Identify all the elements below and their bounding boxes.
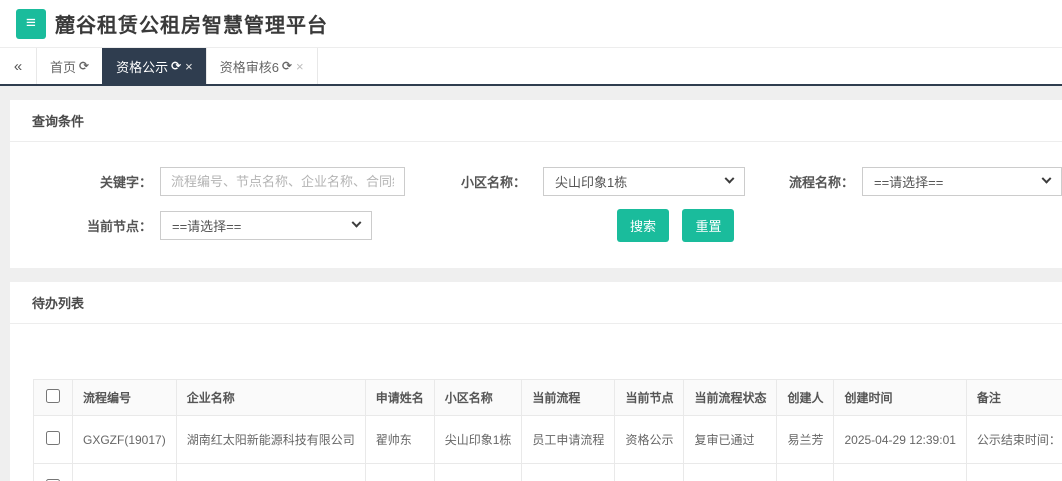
tab-bar: « 首页 ⟳ 资格公示 ⟳ × 资格审核6 ⟳ × (0, 48, 1062, 86)
cell-community: 尖山印象1栋 (434, 464, 522, 481)
keyword-label: 关键字： (32, 172, 152, 191)
col-creator: 创建人 (777, 380, 834, 416)
tab-qualification-review-label: 资格审核6 (220, 57, 279, 76)
process-name-select-value: ==请选择== (874, 172, 943, 191)
col-company: 企业名称 (176, 380, 365, 416)
cell-process-no: GXGZF(25229) (73, 464, 177, 481)
collapse-tabs-icon[interactable]: « (0, 48, 36, 84)
cell-status: 复审已通过 (684, 416, 777, 464)
chevron-down-icon (352, 218, 362, 228)
cell-creator: 易兰芳 (777, 416, 834, 464)
query-panel-title: 查询条件 (10, 100, 1062, 142)
cell-company: 湖南红太阳新能源科技有限公司 (176, 416, 365, 464)
cell-community: 尖山印象1栋 (434, 416, 522, 464)
col-process: 当前流程 (522, 380, 615, 416)
row-select-checkbox[interactable] (46, 431, 60, 445)
tab-qualification-publicity[interactable]: 资格公示 ⟳ × (102, 48, 206, 84)
search-button[interactable]: 搜索 (617, 209, 669, 242)
todo-table: 流程编号 企业名称 申请姓名 小区名称 当前流程 当前节点 当前流程状态 创建人… (33, 379, 1062, 481)
app-header: ≡ 麓谷租赁公租房智慧管理平台 (0, 0, 1062, 48)
refresh-icon[interactable]: ⟳ (282, 59, 292, 73)
col-status: 当前流程状态 (684, 380, 777, 416)
todo-table-wrap: 流程编号 企业名称 申请姓名 小区名称 当前流程 当前节点 当前流程状态 创建人… (33, 379, 1062, 481)
chevron-down-icon (725, 174, 735, 184)
community-select-value: 尖山印象1栋 (555, 172, 627, 191)
keyword-input[interactable] (160, 167, 405, 196)
cell-process: 员工申请流程 (522, 464, 615, 481)
query-panel: 查询条件 关键字： 小区名称： 尖山印象1栋 流程名称： ==请选择== 当前节… (10, 100, 1062, 268)
process-name-label: 流程名称： (789, 172, 854, 191)
cell-process: 员工申请流程 (522, 416, 615, 464)
refresh-icon[interactable]: ⟳ (79, 59, 89, 73)
app-title: 麓谷租赁公租房智慧管理平台 (55, 9, 328, 38)
todo-panel-title: 待办列表 (10, 282, 1062, 324)
close-icon[interactable]: × (185, 59, 193, 74)
community-label: 小区名称： (461, 172, 526, 191)
chevron-down-icon (1042, 174, 1052, 184)
col-remark: 备注 (966, 380, 1062, 416)
query-form: 关键字： 小区名称： 尖山印象1栋 流程名称： ==请选择== 当前节点： ==… (10, 142, 1062, 268)
cell-company: 长沙帘帘好运商贸有限公司 (176, 464, 365, 481)
current-node-select[interactable]: ==请选择== (160, 211, 372, 240)
col-community: 小区名称 (434, 380, 522, 416)
cell-node: 资格公示 (615, 464, 684, 481)
table-header-row: 流程编号 企业名称 申请姓名 小区名称 当前流程 当前节点 当前流程状态 创建人… (34, 380, 1062, 416)
col-applicant: 申请姓名 (365, 380, 434, 416)
col-node: 当前节点 (615, 380, 684, 416)
current-node-label: 当前节点： (32, 216, 152, 235)
cell-remark: 公示结束时间： 2025-05-06 14:58:26 (966, 416, 1062, 464)
table-row: GXGZF(25229) 长沙帘帘好运商贸有限公司 周瑛 尖山印象1栋 员工申请… (34, 464, 1062, 481)
cell-process-no: GXGZF(19017) (73, 416, 177, 464)
tab-home[interactable]: 首页 ⟳ (36, 48, 102, 84)
col-created: 创建时间 (834, 380, 966, 416)
refresh-icon[interactable]: ⟳ (171, 59, 181, 73)
table-row: GXGZF(19017) 湖南红太阳新能源科技有限公司 翟帅东 尖山印象1栋 员… (34, 416, 1062, 464)
todo-panel: 待办列表 流程编号 企业名称 申请姓名 小区名称 当前流程 当前节点 当前流程状… (10, 282, 1062, 481)
cell-created: 2025-04-29 12:39:01 (834, 416, 966, 464)
select-all-checkbox[interactable] (46, 389, 60, 403)
close-icon[interactable]: × (296, 59, 304, 74)
col-process-no: 流程编号 (73, 380, 177, 416)
community-select[interactable]: 尖山印象1栋 (543, 167, 745, 196)
cell-creator: 贾红 (777, 464, 834, 481)
reset-button[interactable]: 重置 (682, 209, 734, 242)
cell-applicant: 翟帅东 (365, 416, 434, 464)
tab-home-label: 首页 (50, 57, 76, 76)
cell-node: 资格公示 (615, 416, 684, 464)
cell-status: 复审已通过 (684, 464, 777, 481)
hamburger-menu-icon[interactable]: ≡ (16, 9, 46, 39)
cell-created: 2025-04-23 15:03:34 (834, 464, 966, 481)
cell-applicant: 周瑛 (365, 464, 434, 481)
cell-remark: 公示结束时间： 2025-05-06 14:58:13 (966, 464, 1062, 481)
process-name-select[interactable]: ==请选择== (862, 167, 1062, 196)
tab-qualification-publicity-label: 资格公示 (116, 57, 168, 76)
tab-qualification-review[interactable]: 资格审核6 ⟳ × (206, 48, 318, 84)
current-node-select-value: ==请选择== (172, 216, 241, 235)
